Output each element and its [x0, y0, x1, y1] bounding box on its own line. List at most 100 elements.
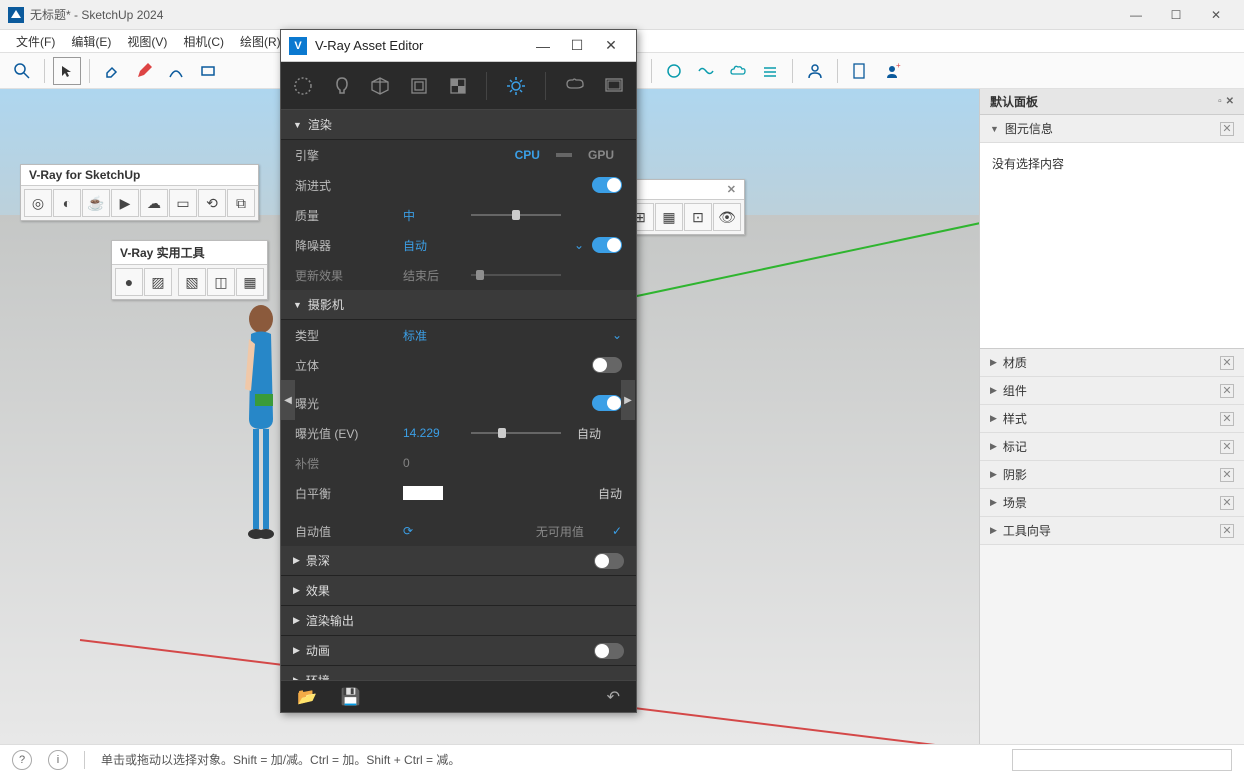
expand-right-button[interactable]: ▶: [621, 380, 635, 420]
erase-tool[interactable]: [98, 57, 126, 85]
account-tool[interactable]: [801, 57, 829, 85]
vray-settings-body[interactable]: ▼渲染 引擎 CPU GPU 渐进式 质量 中 降噪器 自动 ⌄: [281, 110, 636, 680]
instructor-section-header[interactable]: ▶工具向导✕: [980, 517, 1244, 545]
styles-section-header[interactable]: ▶样式✕: [980, 405, 1244, 433]
section-animation-header[interactable]: ▶动画: [281, 636, 636, 666]
util-plane-icon[interactable]: ▨: [144, 268, 172, 296]
entity-info-header[interactable]: ▼图元信息✕: [980, 115, 1244, 143]
section-close-icon[interactable]: ✕: [1220, 356, 1234, 370]
animation-toggle[interactable]: [594, 643, 624, 659]
expand-left-button[interactable]: ◀: [281, 380, 295, 420]
tray-close-icon[interactable]: ✕: [1226, 96, 1234, 107]
section-close-icon[interactable]: ✕: [1220, 122, 1234, 136]
vray-asset-editor-icon[interactable]: ◎: [24, 189, 52, 217]
dof-toggle[interactable]: [594, 553, 624, 569]
materials-section-header[interactable]: ▶材质✕: [980, 349, 1244, 377]
tab-materials-icon[interactable]: [293, 73, 314, 99]
section-close-icon[interactable]: ✕: [1220, 412, 1234, 426]
share-tool[interactable]: +: [878, 57, 906, 85]
vray-render-icon[interactable]: ◐: [53, 189, 81, 217]
search-tool[interactable]: [8, 57, 36, 85]
info-icon[interactable]: i: [48, 750, 68, 770]
window-maximize-button[interactable]: ☐: [1156, 0, 1196, 30]
save-icon[interactable]: 💾: [341, 687, 361, 707]
tray-pin-icon[interactable]: ▫: [1218, 96, 1222, 107]
refresh-icon[interactable]: ⟳: [403, 524, 413, 538]
pencil-tool[interactable]: [130, 57, 158, 85]
camera-type-dropdown-icon[interactable]: ⌄: [612, 328, 622, 342]
wb-auto-label[interactable]: 自动: [598, 485, 622, 502]
arc-tool[interactable]: [162, 57, 190, 85]
vray-history-icon[interactable]: ⟲: [198, 189, 226, 217]
progressive-toggle[interactable]: [592, 177, 622, 193]
section-dof-header[interactable]: ▶景深: [281, 546, 636, 576]
tags-section-header[interactable]: ▶标记✕: [980, 433, 1244, 461]
shadows-section-header[interactable]: ▶阴影✕: [980, 461, 1244, 489]
section-render-header[interactable]: ▼渲染: [281, 110, 636, 140]
section-close-icon[interactable]: ✕: [1220, 524, 1234, 538]
section-close-icon[interactable]: ✕: [1220, 496, 1234, 510]
engine-cpu-option[interactable]: CPU: [507, 146, 548, 164]
tab-render-elements-icon[interactable]: [409, 73, 430, 99]
undo-icon[interactable]: ↶: [607, 687, 620, 707]
measurement-box[interactable]: [1012, 749, 1232, 771]
tab-textures-icon[interactable]: [447, 73, 468, 99]
vray-grid2-icon[interactable]: ▦: [655, 203, 683, 231]
menu-camera[interactable]: 相机(C): [175, 31, 232, 52]
components-section-header[interactable]: ▶组件✕: [980, 377, 1244, 405]
new-file-tool[interactable]: [846, 57, 874, 85]
auto-check-icon[interactable]: ✓: [612, 524, 622, 538]
vray-export-tool[interactable]: [756, 57, 784, 85]
tab-frame-buffer-icon[interactable]: [603, 73, 624, 99]
vray-grid3-icon[interactable]: ⊡: [684, 203, 712, 231]
denoiser-dropdown-icon[interactable]: ⌄: [574, 238, 584, 252]
section-close-icon[interactable]: ✕: [1220, 384, 1234, 398]
section-close-icon[interactable]: ✕: [1220, 468, 1234, 482]
rectangle-tool[interactable]: [194, 57, 222, 85]
window-minimize-button[interactable]: —: [1116, 0, 1156, 30]
vray-interactive-tool[interactable]: [692, 57, 720, 85]
vray-main-toolbar[interactable]: V-Ray for SketchUp ◎ ◐ ☕ ▶ ☁ ▭ ⟲ ⧉: [20, 164, 259, 221]
vray-util-toolbar[interactable]: V-Ray 实用工具 ● ▨ ▧ ◫ ▦: [111, 240, 268, 300]
vray-render-tool[interactable]: [660, 57, 688, 85]
menu-view[interactable]: 视图(V): [119, 31, 175, 52]
util-sphere-icon[interactable]: ●: [115, 268, 143, 296]
stereo-toggle[interactable]: [592, 357, 622, 373]
denoiser-toggle[interactable]: [592, 237, 622, 253]
section-environment-header[interactable]: ▶环境: [281, 666, 636, 680]
dialog-maximize-button[interactable]: ☐: [560, 32, 594, 60]
vray-view-icon[interactable]: 👁: [713, 203, 741, 231]
section-effects-header[interactable]: ▶效果: [281, 576, 636, 606]
scenes-section-header[interactable]: ▶场景✕: [980, 489, 1244, 517]
update-slider[interactable]: [471, 274, 561, 276]
vray-dialog-titlebar[interactable]: V V-Ray Asset Editor — ☐ ✕: [281, 30, 636, 62]
tab-settings-icon[interactable]: [505, 73, 527, 99]
window-close-button[interactable]: ✕: [1196, 0, 1236, 30]
ev-slider[interactable]: [471, 432, 561, 434]
section-close-icon[interactable]: ✕: [1220, 440, 1234, 454]
ev-auto-label[interactable]: 自动: [577, 425, 601, 442]
section-camera-header[interactable]: ▼摄影机: [281, 290, 636, 320]
vray-secondary-toolbar[interactable]: ✕ ⊞ ▦ ⊡ 👁: [622, 179, 745, 235]
close-icon[interactable]: ✕: [727, 183, 736, 196]
util-cube1-icon[interactable]: ▧: [178, 268, 206, 296]
engine-gpu-option[interactable]: GPU: [580, 146, 622, 164]
tray-header[interactable]: 默认面板 ▫✕: [980, 89, 1244, 115]
dialog-minimize-button[interactable]: —: [526, 32, 560, 60]
folder-open-icon[interactable]: 📂: [297, 687, 317, 707]
util-cube2-icon[interactable]: ◫: [207, 268, 235, 296]
help-icon[interactable]: ?: [12, 750, 32, 770]
util-cube3-icon[interactable]: ▦: [236, 268, 264, 296]
exposure-toggle[interactable]: [592, 395, 622, 411]
vray-rt-icon[interactable]: ▶: [111, 189, 139, 217]
dialog-close-button[interactable]: ✕: [594, 32, 628, 60]
vray-teapot-icon[interactable]: ☕: [82, 189, 110, 217]
select-tool[interactable]: [53, 57, 81, 85]
vray-frame-icon[interactable]: ▭: [169, 189, 197, 217]
tab-lights-icon[interactable]: [332, 73, 353, 99]
wb-swatch[interactable]: [403, 486, 443, 500]
menu-file[interactable]: 文件(F): [8, 31, 63, 52]
quality-slider[interactable]: [471, 214, 561, 216]
vray-cloud-icon[interactable]: ☁: [140, 189, 168, 217]
tab-render-icon[interactable]: [563, 73, 585, 99]
